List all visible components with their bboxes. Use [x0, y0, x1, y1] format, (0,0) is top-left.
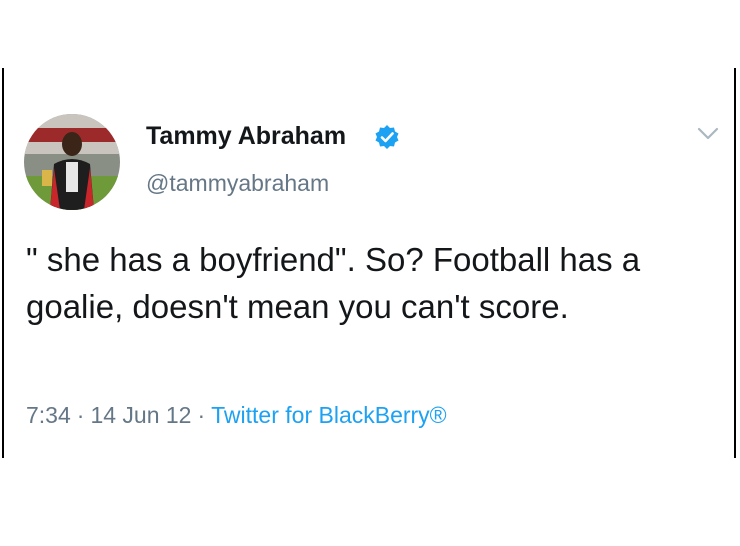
tweet-meta: 7:34 · 14 Jun 12 · Twitter for BlackBerry®: [26, 402, 447, 429]
tweet-card: Tammy Abraham @tammyabraham " she has a …: [2, 68, 736, 458]
tweet-source-link[interactable]: Twitter for BlackBerry®: [211, 402, 447, 428]
tweet-date[interactable]: 14 Jun 12: [90, 402, 191, 428]
meta-separator: ·: [197, 402, 206, 428]
verified-badge-icon: [375, 125, 399, 149]
tweet-time[interactable]: 7:34: [26, 402, 71, 428]
display-name[interactable]: Tammy Abraham: [146, 122, 346, 151]
avatar[interactable]: [24, 114, 120, 210]
canvas: Tammy Abraham @tammyabraham " she has a …: [0, 0, 740, 546]
avatar-image: [24, 114, 120, 210]
handle[interactable]: @tammyabraham: [146, 170, 329, 197]
tweet-text: " she has a boyfriend". So? Football has…: [26, 241, 641, 325]
chevron-down-icon[interactable]: [696, 126, 720, 142]
meta-separator: ·: [76, 402, 85, 428]
